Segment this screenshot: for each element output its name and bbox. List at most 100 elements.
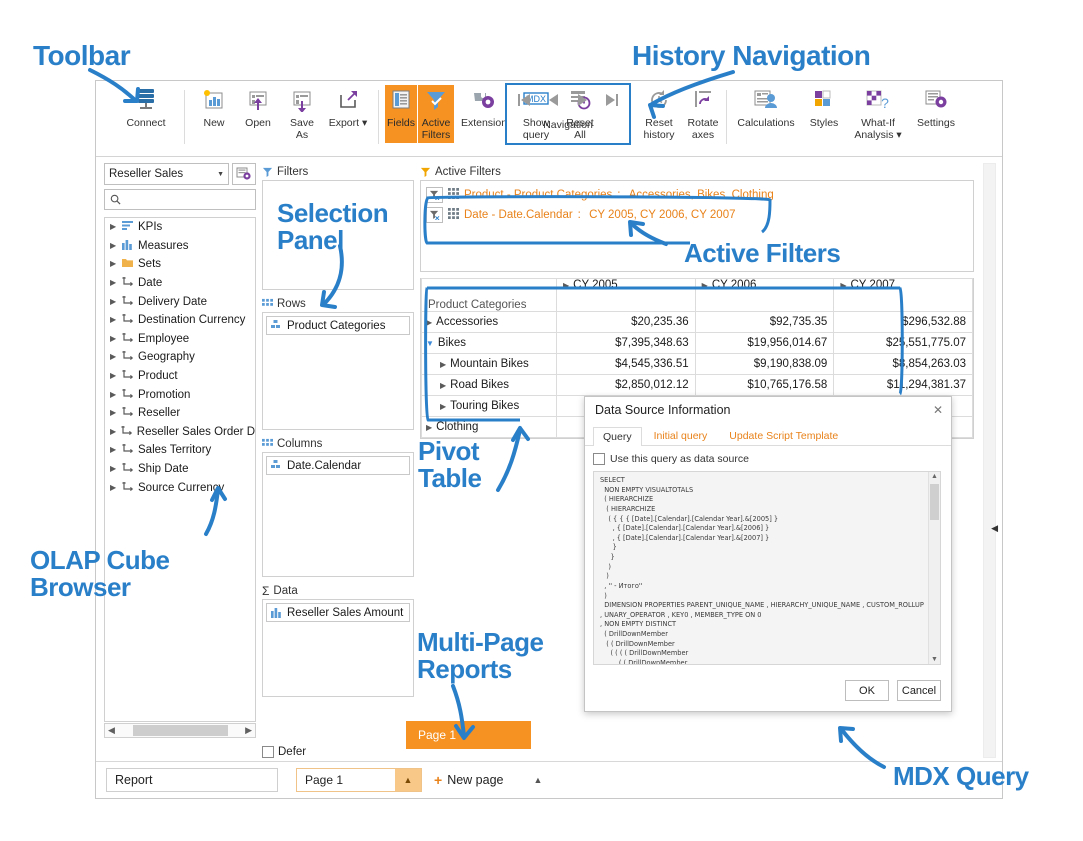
tab-query[interactable]: Query xyxy=(593,427,642,446)
use-query-as-datasource-row[interactable]: Use this query as data source xyxy=(585,446,951,470)
expand-arrow-icon[interactable]: ▶ xyxy=(440,402,446,411)
cube-tree-hscrollbar[interactable]: ◀ ▶ xyxy=(104,723,256,738)
pivot-column-header[interactable]: ▶ CY 2006 xyxy=(694,278,835,312)
pivot-row-header[interactable]: ▼ Bikes xyxy=(421,332,557,354)
page-menu-icon[interactable]: ▲ xyxy=(533,775,542,785)
mdx-scrollbar[interactable]: ▲ ▼ xyxy=(928,472,940,664)
expand-arrow-icon[interactable]: ▼ xyxy=(426,339,434,348)
expand-arrow-icon[interactable]: ▶ xyxy=(110,465,118,473)
cube-tree-node[interactable]: ▶ Measures xyxy=(105,237,255,256)
columns-chip[interactable]: Date.Calendar xyxy=(266,456,410,475)
nav-last-icon[interactable] xyxy=(604,92,620,113)
cube-tree-node[interactable]: ▶ Source Currency xyxy=(105,478,255,497)
pivot-row[interactable]: ▶ Accessories $20,235.36 $92,735.35 $296,532… xyxy=(421,311,973,333)
expand-arrow-icon[interactable]: ▶ xyxy=(110,334,118,343)
cube-tree-node[interactable]: ▶ Date xyxy=(105,274,255,293)
pivot-cell[interactable]: $4,545,336.51 xyxy=(556,353,696,375)
toolbar-button-connect[interactable]: Connect xyxy=(120,85,172,130)
toolbar-button-open[interactable]: Open xyxy=(236,85,280,130)
remove-filter-icon[interactable] xyxy=(426,207,443,223)
expand-arrow-icon[interactable]: ▶ xyxy=(110,372,118,380)
pivot-cell[interactable]: $296,532.88 xyxy=(833,311,973,333)
pivot-column-header[interactable]: ▶ CY 2007 xyxy=(833,278,973,312)
pivot-cell[interactable]: $20,235.36 xyxy=(556,311,696,333)
pivot-cell[interactable]: $7,395,348.63 xyxy=(556,332,696,354)
use-query-checkbox[interactable] xyxy=(593,453,605,465)
toolbar-button-reset-history[interactable]: Reset history xyxy=(637,85,681,142)
nav-first-icon[interactable] xyxy=(516,92,532,113)
expand-arrow-icon[interactable]: ▶ xyxy=(110,446,118,454)
pivot-cell[interactable]: $19,956,014.67 xyxy=(694,332,835,354)
pivot-cell[interactable]: $92,735.35 xyxy=(694,311,835,333)
page-selector[interactable]: Page 1 ▲ xyxy=(296,768,422,792)
panel-collapse-icon[interactable]: ◀ xyxy=(991,523,998,534)
expand-arrow-icon[interactable]: ▶ xyxy=(110,297,118,306)
cube-tree-node[interactable]: ▶ Reseller Sales Order D xyxy=(105,423,255,442)
data-dropzone[interactable]: Reseller Sales Amount xyxy=(262,599,414,697)
cube-tree-node[interactable]: ▶ Employee xyxy=(105,330,255,349)
scroll-thumb[interactable] xyxy=(930,484,939,520)
toolbar-button-active-filters[interactable]: Active Filters xyxy=(418,85,454,143)
toolbar-button-save-as[interactable]: Save As xyxy=(280,85,324,142)
cube-tree-node[interactable]: ▶ Promotion xyxy=(105,385,255,404)
chevron-up-icon[interactable]: ▲ xyxy=(395,769,421,791)
cube-tree[interactable]: ▶ KPIs ▶ Measures ▶ Sets ▶ Date ▶ Delivery Date ▶ D… xyxy=(104,217,256,722)
report-name-input[interactable]: Report xyxy=(106,768,278,792)
active-filter-row[interactable]: Product - Product Categories: Accessorie… xyxy=(426,185,968,205)
pivot-row-header[interactable]: ▶ Mountain Bikes xyxy=(421,353,557,375)
nav-prev-icon[interactable] xyxy=(545,92,561,113)
expand-arrow-icon[interactable]: ▶ xyxy=(110,483,118,492)
cube-tree-node[interactable]: ▶ KPIs xyxy=(105,218,255,237)
expand-arrow-icon[interactable]: ▶ xyxy=(110,353,118,361)
cancel-button[interactable]: Cancel xyxy=(897,680,941,701)
expand-arrow-icon[interactable]: ▶ xyxy=(440,381,446,390)
report-vertical-scrollbar[interactable] xyxy=(983,163,996,758)
expand-arrow-icon[interactable]: ▶ xyxy=(110,279,118,287)
toolbar-button-export[interactable]: Export ▾ xyxy=(324,85,372,130)
defer-checkbox[interactable] xyxy=(262,746,274,758)
expand-arrow-icon[interactable]: ▶ xyxy=(110,390,118,399)
pivot-cell[interactable]: $11,294,381.37 xyxy=(833,374,973,396)
expand-arrow-icon[interactable]: ▶ xyxy=(426,318,432,327)
pivot-cell[interactable]: $8,854,263.03 xyxy=(833,353,973,375)
cube-select[interactable]: Reseller Sales ▼ xyxy=(104,163,229,185)
toolbar-button-extension[interactable]: Extension xyxy=(456,85,512,130)
cube-settings-button[interactable] xyxy=(232,163,256,185)
expand-arrow-icon[interactable]: ▶ xyxy=(110,316,118,324)
cube-tree-node[interactable]: ▶ Destination Currency xyxy=(105,311,255,330)
cube-search-input[interactable] xyxy=(104,189,256,210)
new-page-button[interactable]: + New page xyxy=(434,773,503,787)
scroll-up-icon[interactable]: ▲ xyxy=(931,473,938,480)
toolbar-button-fields[interactable]: Fields xyxy=(385,85,417,143)
toolbar-button-calculations[interactable]: Calculations xyxy=(732,85,800,130)
ok-button[interactable]: OK xyxy=(845,680,889,701)
pivot-cell[interactable]: $9,190,838.09 xyxy=(694,353,835,375)
pivot-row[interactable]: ▶ Mountain Bikes $4,545,336.51 $9,190,838.0… xyxy=(421,353,973,375)
mdx-query-viewer[interactable]: SELECT NON EMPTY VISUALTOTALS ( HIERARCH… xyxy=(593,471,941,665)
scroll-down-icon[interactable]: ▼ xyxy=(931,656,938,663)
nav-next-icon[interactable] xyxy=(575,92,591,113)
cube-tree-node[interactable]: ▶ Sets xyxy=(105,255,255,274)
pivot-cell[interactable]: $10,765,176.58 xyxy=(694,374,835,396)
remove-filter-icon[interactable] xyxy=(426,187,443,203)
cube-tree-node[interactable]: ▶ Product xyxy=(105,367,255,386)
pivot-row-header[interactable]: ▶ Accessories xyxy=(421,311,557,333)
tab-initial-query[interactable]: Initial query xyxy=(644,426,718,445)
close-icon[interactable]: ✕ xyxy=(933,403,943,417)
expand-arrow-icon[interactable]: ▶ xyxy=(110,241,118,250)
active-filter-row[interactable]: Date - Date.Calendar: CY 2005, CY 2006, … xyxy=(426,205,968,225)
pivot-row-header[interactable]: ▶ Touring Bikes xyxy=(421,395,557,417)
expand-arrow-icon[interactable]: ▶ xyxy=(110,409,118,417)
toolbar-button-new[interactable]: New xyxy=(192,85,236,130)
pivot-row[interactable]: ▶ Road Bikes $2,850,012.12 $10,765,176.58 $1… xyxy=(421,374,973,396)
rows-chip[interactable]: Product Categories xyxy=(266,316,410,335)
cube-tree-node[interactable]: ▶ Delivery Date xyxy=(105,292,255,311)
tab-update-script-template[interactable]: Update Script Template xyxy=(719,426,848,445)
cube-tree-node[interactable]: ▶ Sales Territory xyxy=(105,441,255,460)
scroll-left-icon[interactable]: ◀ xyxy=(105,725,118,736)
toolbar-button-what-if-analysis[interactable]: ? What-If Analysis ▾ xyxy=(848,85,908,142)
cube-tree-node[interactable]: ▶ Reseller xyxy=(105,404,255,423)
toolbar-button-styles[interactable]: Styles xyxy=(802,85,846,130)
data-chip[interactable]: Reseller Sales Amount xyxy=(266,603,410,622)
expand-arrow-icon[interactable]: ▶ xyxy=(426,423,432,432)
